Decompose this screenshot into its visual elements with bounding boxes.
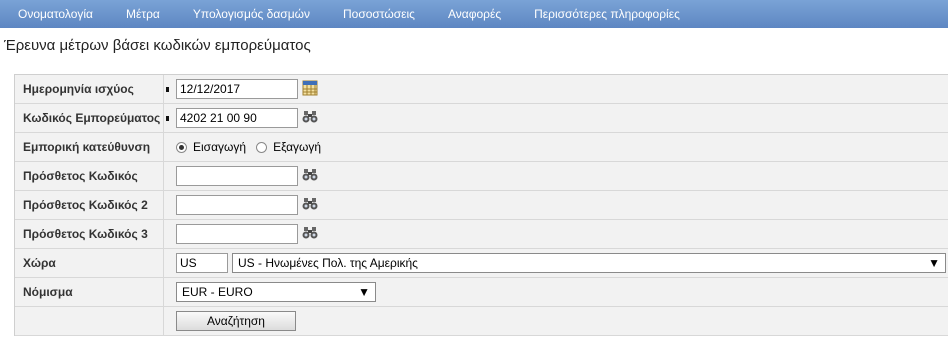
- nav-measures[interactable]: Μέτρα: [126, 7, 160, 21]
- currency-label: Νόμισμα: [15, 278, 164, 306]
- binoculars-icon[interactable]: [302, 226, 318, 243]
- additional-code-2-input[interactable]: [176, 195, 298, 215]
- top-nav: Ονοματολογία Μέτρα Υπολογισμός δασμών Πο…: [0, 0, 948, 28]
- actions-row: Αναζήτηση: [15, 307, 948, 336]
- nav-nomenclature[interactable]: Ονοματολογία: [18, 7, 93, 21]
- binoculars-icon[interactable]: [302, 168, 318, 185]
- commodity-code-input[interactable]: [176, 108, 298, 128]
- import-label: Εισαγωγή: [193, 140, 247, 154]
- search-form: Ημερομηνία ισχύος Κωδικός Εμπορεύματος: [14, 74, 948, 336]
- nav-quotas[interactable]: Ποσοστώσεις: [343, 7, 415, 21]
- country-select[interactable]: US - Ηνωμένες Πολ. της Αμερικής ▼: [232, 253, 946, 273]
- country-select-value: US - Ηνωμένες Πολ. της Αμερικής: [238, 256, 418, 270]
- commodity-code-label: Κωδικός Εμπορεύματος: [15, 104, 164, 132]
- caret-down-icon: ▼: [358, 285, 370, 299]
- binoculars-icon[interactable]: [302, 110, 318, 127]
- calendar-icon[interactable]: [302, 80, 318, 99]
- search-button[interactable]: Αναζήτηση: [176, 311, 296, 331]
- export-radio[interactable]: [256, 141, 268, 153]
- caret-down-icon: ▼: [928, 256, 940, 270]
- date-label: Ημερομηνία ισχύος: [15, 75, 164, 103]
- additional-code-label: Πρόσθετος Κωδικός: [15, 162, 164, 190]
- country-code-input[interactable]: [176, 253, 228, 273]
- country-row: Χώρα US - Ηνωμένες Πολ. της Αμερικής ▼: [15, 249, 948, 278]
- country-label: Χώρα: [15, 249, 164, 277]
- nav-more-info[interactable]: Περισσότερες πληροφορίες: [534, 7, 680, 21]
- date-row: Ημερομηνία ισχύος: [15, 75, 948, 104]
- currency-row: Νόμισμα EUR - EURO ▼: [15, 278, 948, 307]
- direction-row: Εμπορική κατεύθυνση Εισαγωγή Εξαγωγή: [15, 133, 948, 162]
- additional-code-3-label: Πρόσθετος Κωδικός 3: [15, 220, 164, 248]
- additional-code-3-input[interactable]: [176, 224, 298, 244]
- additional-code-2-row: Πρόσθετος Κωδικός 2: [15, 191, 948, 220]
- currency-select[interactable]: EUR - EURO ▼: [176, 282, 376, 302]
- required-marker: [166, 116, 169, 121]
- commodity-code-row: Κωδικός Εμπορεύματος: [15, 104, 948, 133]
- date-input[interactable]: [176, 79, 298, 99]
- page-title: Έρευνα μέτρων βάσει κωδικών εμπορεύματος: [4, 37, 311, 54]
- additional-code-3-row: Πρόσθετος Κωδικός 3: [15, 220, 948, 249]
- import-radio[interactable]: [176, 141, 187, 153]
- direction-label: Εμπορική κατεύθυνση: [15, 133, 164, 161]
- binoculars-icon[interactable]: [302, 197, 318, 214]
- nav-duty-calculation[interactable]: Υπολογισμός δασμών: [193, 7, 310, 21]
- additional-code-input[interactable]: [176, 166, 298, 186]
- additional-code-row: Πρόσθετος Κωδικός: [15, 162, 948, 191]
- required-marker: [166, 87, 169, 92]
- nav-reports[interactable]: Αναφορές: [448, 7, 501, 21]
- currency-select-value: EUR - EURO: [182, 285, 253, 299]
- export-label: Εξαγωγή: [273, 140, 322, 154]
- additional-code-2-label: Πρόσθετος Κωδικός 2: [15, 191, 164, 219]
